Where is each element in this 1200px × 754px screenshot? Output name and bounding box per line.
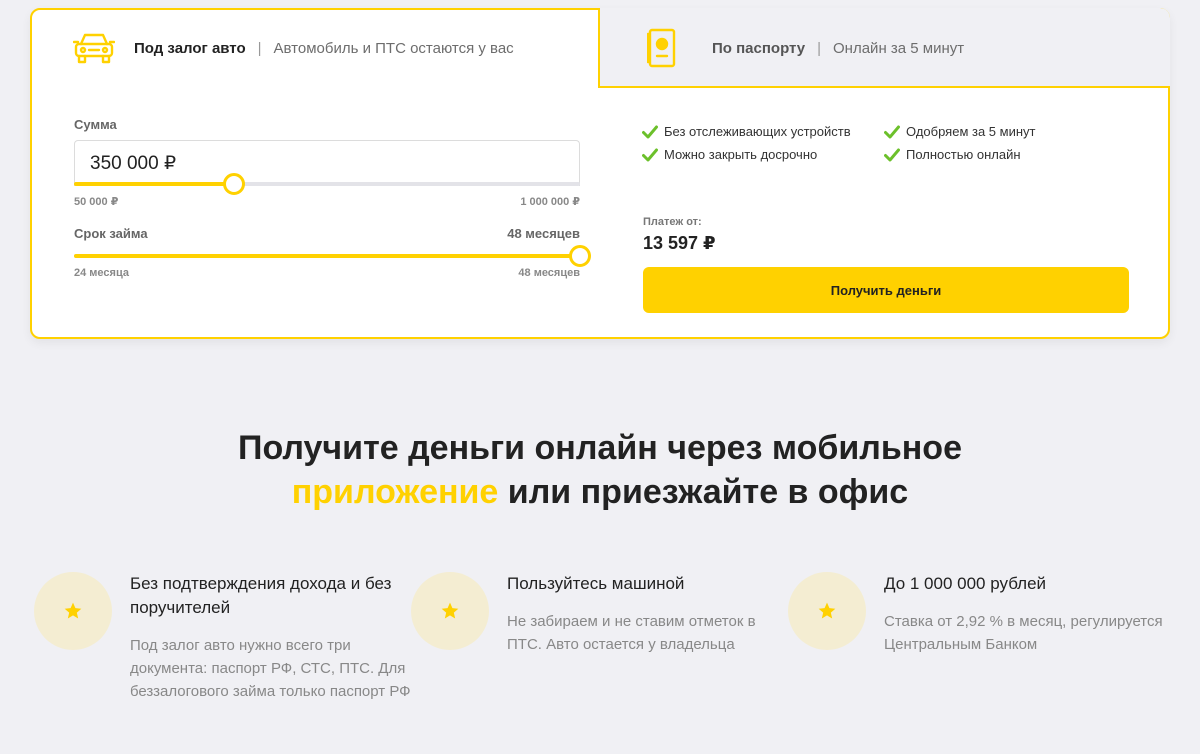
- feature-title: Без подтверждения дохода и без поручител…: [130, 574, 392, 617]
- feature-title: Пользуйтесь машиной: [507, 574, 685, 593]
- feature-icon-circle: [788, 572, 866, 650]
- amount-slider-handle[interactable]: [222, 173, 245, 195]
- feature-title: До 1 000 000 рублей: [884, 574, 1047, 593]
- amount-input[interactable]: 350 000 ₽: [74, 140, 580, 186]
- feature-description: Не забираем и не ставим отметок в ПТС. А…: [507, 613, 756, 653]
- benefit-text: Полностью онлайн: [906, 147, 1021, 162]
- benefit-item: Можно закрыть досрочно: [642, 147, 884, 162]
- tab-auto-subtitle: Автомобиль и ПТС остаются у вас: [273, 39, 514, 57]
- tab-separator: |: [257, 39, 262, 57]
- star-icon: [64, 602, 82, 619]
- amount-slider-fill: [74, 182, 234, 186]
- benefit-item: Без отслеживающих устройств: [642, 124, 884, 139]
- check-icon: [884, 148, 900, 161]
- term-value: 48 месяцев: [507, 226, 580, 241]
- term-slider-handle[interactable]: [569, 245, 591, 267]
- benefit-item: Одобряем за 5 минут: [884, 124, 1126, 139]
- headline-accent[interactable]: приложение: [292, 473, 499, 511]
- tab-passport-title: По паспорту: [712, 39, 806, 57]
- star-icon: [818, 602, 836, 619]
- benefit-text: Можно закрыть досрочно: [664, 147, 818, 162]
- check-icon: [642, 125, 658, 138]
- term-slider-fill: [74, 254, 580, 258]
- passport-icon: [640, 28, 684, 68]
- tab-auto-loan[interactable]: Под залог авто | Автомобиль и ПТС остают…: [30, 8, 598, 88]
- feature-description: Под залог авто нужно всего три документа…: [130, 637, 411, 700]
- tab-separator: |: [817, 39, 822, 57]
- amount-max: 1 000 000 ₽: [520, 196, 580, 208]
- feature-text: Без подтверждения дохода и без поручител…: [130, 572, 420, 703]
- payment-value: 13 597 ₽: [643, 233, 716, 253]
- feature-description: Ставка от 2,92 % в месяц, регулируется Ц…: [884, 613, 1163, 653]
- loan-calculator-card: Под залог авто | Автомобиль и ПТС остают…: [30, 8, 1170, 339]
- term-min: 24 месяца: [74, 267, 129, 279]
- get-money-button[interactable]: Получить деньги: [643, 267, 1129, 313]
- feature-text: До 1 000 000 рублей Ставка от 2,92 % в м…: [884, 572, 1168, 656]
- headline-rest: или приезжайте в офис: [498, 473, 909, 511]
- benefit-text: Без отслеживающих устройств: [664, 124, 851, 139]
- amount-min: 50 000 ₽: [74, 196, 119, 208]
- star-icon: [441, 602, 459, 619]
- car-icon: [72, 28, 116, 68]
- tab-auto-title: Под залог авто: [134, 39, 246, 57]
- page-headline: Получите деньги онлайн через мобильное п…: [0, 426, 1200, 514]
- feature-text: Пользуйтесь машиной Не забираем и не ста…: [507, 572, 777, 656]
- feature-icon-circle: [34, 572, 112, 650]
- tab-passport-loan[interactable]: По паспорту | Онлайн за 5 минут: [600, 8, 1170, 88]
- amount-slider[interactable]: [74, 173, 580, 195]
- benefits-list: Без отслеживающих устройств Одобряем за …: [642, 124, 1142, 162]
- headline-line1: Получите деньги онлайн через мобильное: [238, 429, 962, 467]
- amount-label: Сумма: [74, 117, 117, 132]
- payment-label: Платеж от:: [643, 216, 702, 228]
- feature-icon-circle: [411, 572, 489, 650]
- benefit-text: Одобряем за 5 минут: [906, 124, 1036, 139]
- check-icon: [642, 148, 658, 161]
- tab-passport-subtitle: Онлайн за 5 минут: [833, 39, 965, 57]
- amount-value: 350 000 ₽: [90, 153, 177, 174]
- term-slider[interactable]: [74, 245, 591, 267]
- term-max: 48 месяцев: [518, 267, 580, 279]
- term-label: Срок займа: [74, 226, 148, 241]
- benefit-item: Полностью онлайн: [884, 147, 1126, 162]
- check-icon: [884, 125, 900, 138]
